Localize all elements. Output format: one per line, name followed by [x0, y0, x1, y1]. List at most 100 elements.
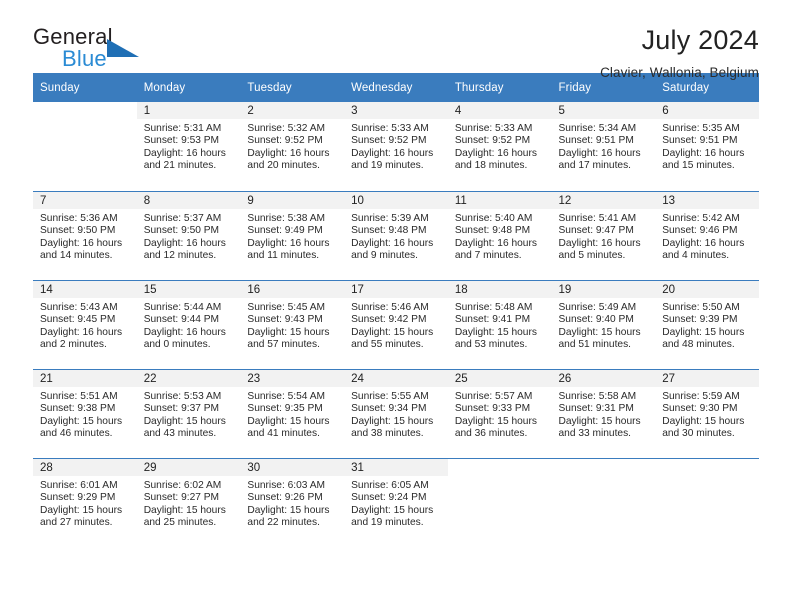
daylight-text-line1: Daylight: 16 hours [247, 147, 330, 159]
day-cell[interactable]: 8 Sunrise: 5:37 AM Sunset: 9:50 PM Daylight… [136, 191, 241, 280]
calendar-page: General Blue July 2024 Clavier, Wallonia… [0, 0, 792, 612]
day-cell[interactable]: 10 Sunrise: 5:39 AM Sunset: 9:48 PM Dayligh… [344, 191, 448, 280]
daylight-text-line1: Daylight: 16 hours [143, 147, 226, 159]
day-cell[interactable]: 28 Sunrise: 6:01 AM Sunset: 9:29 PM Dayligh… [33, 458, 137, 547]
sunset-text: Sunset: 9:26 PM [247, 492, 323, 504]
day-number: 8 [136, 192, 241, 209]
day-number: 9 [240, 192, 345, 209]
day-cell[interactable]: 11 Sunrise: 5:40 AM Sunset: 9:48 PM Dayligh… [447, 191, 552, 280]
daylight-text-line1: Daylight: 15 hours [143, 504, 226, 516]
calendar-table: Sunday Monday Tuesday Wednesday Thursday… [33, 73, 759, 547]
day-number: 27 [655, 370, 759, 387]
daylight-text-line1: Daylight: 15 hours [143, 415, 226, 427]
day-cell[interactable]: 30 Sunrise: 6:03 AM Sunset: 9:26 PM Dayligh… [240, 458, 345, 547]
day-cell[interactable]: 22 Sunrise: 5:53 AM Sunset: 9:37 PM Dayligh… [136, 369, 241, 458]
weekday-header-tuesday: Tuesday [240, 73, 345, 102]
day-cell[interactable]: 7 Sunrise: 5:36 AM Sunset: 9:50 PM Daylight… [33, 191, 137, 280]
day-number: 16 [240, 281, 345, 298]
sunrise-text: Sunrise: 6:05 AM [351, 480, 429, 491]
sunset-text: Sunset: 9:50 PM [40, 225, 116, 237]
day-number: 14 [33, 281, 137, 298]
sunrise-text: Sunrise: 6:01 AM [40, 480, 118, 491]
daylight-text-line2: and 18 minutes. [454, 160, 528, 172]
daylight-text-line2: and 57 minutes. [247, 339, 320, 351]
brand-logo[interactable]: General Blue [33, 26, 163, 74]
day-cell[interactable]: 5 Sunrise: 5:34 AM Sunset: 9:51 PM Daylight… [551, 102, 656, 191]
sunrise-text: Sunrise: 5:53 AM [143, 391, 222, 402]
sunset-text: Sunset: 9:44 PM [143, 314, 220, 326]
sunrise-text: Sunrise: 5:33 AM [454, 123, 533, 134]
day-cell[interactable]: 2 Sunrise: 5:32 AM Sunset: 9:52 PM Daylight… [240, 102, 345, 191]
calendar-cell: 25 Sunrise: 5:57 AM Sunset: 9:33 PM Dayligh… [447, 369, 552, 458]
day-cell-empty [447, 458, 552, 547]
day-info: Sunrise: 5:33 AM Sunset: 9:52 PM Daylight:… [448, 119, 552, 173]
day-cell[interactable]: 12 Sunrise: 5:41 AM Sunset: 9:47 PM Dayligh… [551, 191, 656, 280]
daylight-text-line1: Daylight: 16 hours [558, 237, 641, 249]
day-cell[interactable]: 9 Sunrise: 5:38 AM Sunset: 9:49 PM Daylight… [240, 191, 345, 280]
page-title: July 2024 [641, 25, 759, 55]
sunrise-text: Sunrise: 5:58 AM [558, 391, 637, 402]
sunset-text: Sunset: 9:53 PM [143, 135, 220, 147]
day-cell[interactable]: 25 Sunrise: 5:57 AM Sunset: 9:33 PM Dayligh… [447, 369, 552, 458]
day-cell[interactable]: 21 Sunrise: 5:51 AM Sunset: 9:38 PM Dayligh… [33, 369, 137, 458]
sunset-text: Sunset: 9:43 PM [247, 314, 323, 326]
sunset-text: Sunset: 9:45 PM [40, 314, 116, 326]
day-cell[interactable]: 15 Sunrise: 5:44 AM Sunset: 9:44 PM Dayligh… [136, 280, 241, 369]
daylight-text-line1: Daylight: 15 hours [247, 504, 330, 516]
sunset-text: Sunset: 9:42 PM [351, 314, 427, 326]
day-cell[interactable]: 18 Sunrise: 5:48 AM Sunset: 9:41 PM Dayligh… [447, 280, 552, 369]
day-cell[interactable]: 26 Sunrise: 5:58 AM Sunset: 9:31 PM Dayligh… [551, 369, 656, 458]
day-cell[interactable]: 27 Sunrise: 5:59 AM Sunset: 9:30 PM Dayligh… [655, 369, 759, 458]
day-cell[interactable]: 31 Sunrise: 6:05 AM Sunset: 9:24 PM Dayligh… [344, 458, 448, 547]
sunrise-text: Sunrise: 5:32 AM [247, 123, 325, 134]
day-number: 29 [136, 459, 241, 476]
calendar-cell: 2 Sunrise: 5:32 AM Sunset: 9:52 PM Daylight… [240, 102, 345, 191]
day-cell[interactable]: 4 Sunrise: 5:33 AM Sunset: 9:52 PM Daylight… [447, 102, 552, 191]
day-cell[interactable]: 13 Sunrise: 5:42 AM Sunset: 9:46 PM Dayligh… [655, 191, 759, 280]
day-cell[interactable]: 14 Sunrise: 5:43 AM Sunset: 9:45 PM Dayligh… [33, 280, 137, 369]
sunset-text: Sunset: 9:31 PM [558, 403, 634, 415]
sunrise-text: Sunrise: 5:39 AM [351, 213, 429, 224]
sunset-text: Sunset: 9:35 PM [247, 403, 323, 415]
calendar-cell [655, 458, 759, 547]
day-cell[interactable]: 23 Sunrise: 5:54 AM Sunset: 9:35 PM Dayligh… [240, 369, 345, 458]
day-cell[interactable]: 6 Sunrise: 5:35 AM Sunset: 9:51 PM Daylight… [655, 102, 759, 191]
day-cell[interactable]: 3 Sunrise: 5:33 AM Sunset: 9:52 PM Daylight… [344, 102, 448, 191]
day-cell[interactable]: 17 Sunrise: 5:46 AM Sunset: 9:42 PM Dayligh… [344, 280, 448, 369]
sunrise-text: Sunrise: 5:46 AM [351, 302, 429, 313]
daylight-text-line1: Daylight: 16 hours [40, 326, 123, 338]
calendar-cell: 28 Sunrise: 6:01 AM Sunset: 9:29 PM Dayligh… [33, 458, 137, 547]
day-cell[interactable]: 29 Sunrise: 6:02 AM Sunset: 9:27 PM Dayligh… [136, 458, 241, 547]
sunset-text: Sunset: 9:52 PM [351, 135, 427, 147]
calendar-cell: 19 Sunrise: 5:49 AM Sunset: 9:40 PM Dayligh… [551, 280, 656, 369]
daylight-text-line2: and 2 minutes. [40, 339, 107, 351]
calendar-cell: 23 Sunrise: 5:54 AM Sunset: 9:35 PM Dayligh… [240, 369, 345, 458]
sunrise-text: Sunrise: 5:59 AM [662, 391, 740, 402]
daylight-text-line2: and 7 minutes. [454, 250, 522, 262]
day-cell[interactable]: 1 Sunrise: 5:31 AM Sunset: 9:53 PM Daylight… [136, 102, 241, 191]
day-number: 25 [447, 370, 552, 387]
sunrise-text: Sunrise: 5:42 AM [662, 213, 740, 224]
day-number: 22 [136, 370, 241, 387]
day-cell[interactable]: 24 Sunrise: 5:55 AM Sunset: 9:34 PM Dayligh… [344, 369, 448, 458]
day-number: 24 [344, 370, 448, 387]
day-cell[interactable]: 19 Sunrise: 5:49 AM Sunset: 9:40 PM Dayligh… [551, 280, 656, 369]
day-info: Sunrise: 5:37 AM Sunset: 9:50 PM Daylight:… [137, 209, 241, 263]
day-info: Sunrise: 5:36 AM Sunset: 9:50 PM Daylight:… [33, 209, 137, 263]
daylight-text-line1: Daylight: 15 hours [40, 415, 123, 427]
day-cell[interactable]: 20 Sunrise: 5:50 AM Sunset: 9:39 PM Dayligh… [655, 280, 759, 369]
day-cell[interactable]: 16 Sunrise: 5:45 AM Sunset: 9:43 PM Dayligh… [240, 280, 345, 369]
day-number: 17 [344, 281, 448, 298]
daylight-text-line2: and 21 minutes. [143, 160, 217, 172]
daylight-text-line1: Daylight: 15 hours [247, 326, 330, 338]
calendar-body: 1 Sunrise: 5:31 AM Sunset: 9:53 PM Daylight… [33, 102, 759, 547]
daylight-text-line2: and 22 minutes. [247, 517, 320, 529]
calendar-cell [33, 102, 137, 191]
day-number: 6 [655, 102, 759, 119]
daylight-text-line1: Daylight: 16 hours [454, 237, 537, 249]
daylight-text-line2: and 27 minutes. [40, 517, 113, 529]
day-number: 4 [447, 102, 552, 119]
day-number [655, 459, 759, 476]
day-info: Sunrise: 5:42 AM Sunset: 9:46 PM Daylight:… [655, 209, 759, 263]
day-number: 31 [344, 459, 448, 476]
